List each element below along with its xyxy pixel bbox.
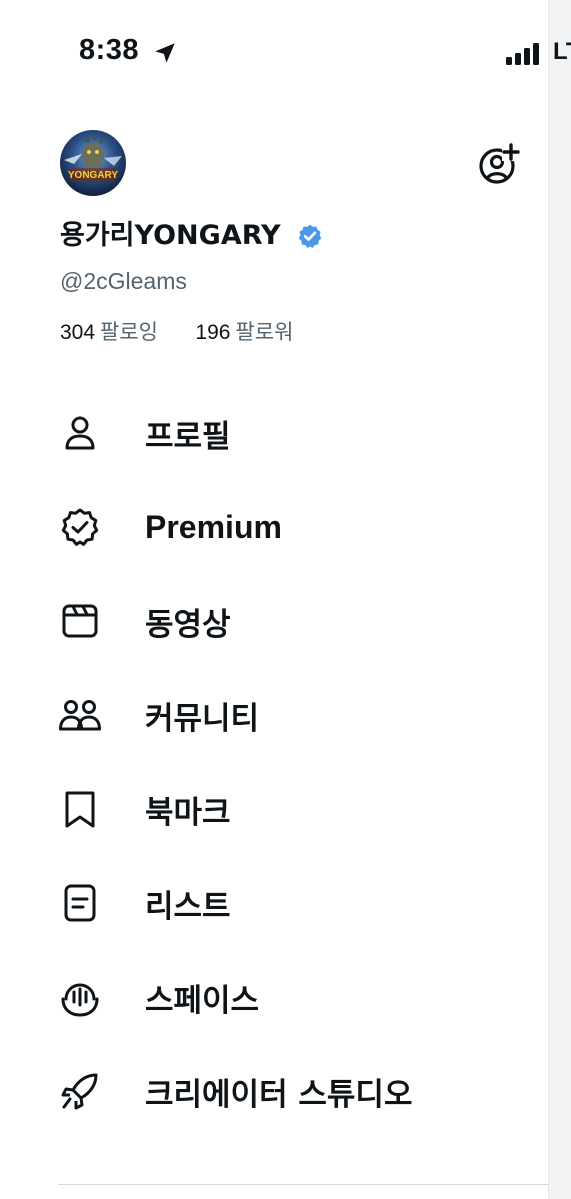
- follow-stats: 304 팔로잉 196 팔로워: [60, 318, 293, 347]
- person-icon: [65, 416, 95, 450]
- menu-item-bookmarks[interactable]: 북마크: [0, 762, 549, 856]
- location-arrow-icon: [155, 43, 175, 63]
- menu-item-label: 스페이스: [145, 982, 260, 1019]
- bookmark-icon: [65, 791, 95, 828]
- menu-item-creator-studio[interactable]: 크리에이터 스튜디오: [0, 1044, 549, 1138]
- video-clapper-icon: [62, 604, 98, 638]
- avatar[interactable]: YONGARY: [60, 130, 126, 196]
- menu-item-communities[interactable]: 커뮤니티: [0, 668, 549, 762]
- menu-item-premium[interactable]: Premium: [0, 480, 549, 574]
- following-count: 304: [60, 321, 96, 344]
- menu-item-spaces[interactable]: 스페이스: [0, 950, 549, 1044]
- add-account-icon[interactable]: [476, 141, 522, 187]
- drawer-screen: 8:38 LT YONGARY: [0, 0, 571, 1199]
- menu-item-label: 북마크: [145, 794, 231, 831]
- followers-label: 팔로워: [235, 320, 294, 344]
- followers-count: 196: [195, 321, 231, 344]
- rocket-icon: [61, 1073, 98, 1110]
- verified-badge-icon: [298, 224, 322, 249]
- list-document-icon: [64, 884, 96, 922]
- user-handle[interactable]: @2cGleams: [60, 266, 187, 296]
- menu-item-label: 프로필: [145, 418, 231, 455]
- followers-link[interactable]: 196 팔로워: [189, 320, 294, 344]
- menu-item-videos[interactable]: 동영상: [0, 574, 549, 668]
- menu-item-label: 동영상: [145, 606, 231, 643]
- following-label: 팔로잉: [100, 320, 159, 344]
- menu-item-label: 크리에이터 스튜디오: [145, 1076, 413, 1113]
- menu-item-profile[interactable]: 프로필: [0, 386, 549, 480]
- display-name: 용가리YONGARY: [60, 220, 281, 251]
- avatar-image: [60, 130, 126, 196]
- communities-icon: [59, 700, 101, 731]
- spaces-microphone-icon: [61, 983, 99, 1017]
- status-time: 8:38: [79, 34, 140, 66]
- menu-item-label: 커뮤니티: [145, 700, 260, 737]
- verified-badge-outline-icon: [61, 508, 99, 546]
- network-type-label: LT: [553, 38, 571, 65]
- menu-item-label: Premium: [145, 508, 282, 545]
- following-link[interactable]: 304 팔로잉: [60, 320, 165, 344]
- menu-item-label: 리스트: [145, 888, 231, 925]
- drawer-menu: 프로필 Premium 동영상 커뮤니티 북마크 리스트 스페이스 크리에이터 …: [0, 386, 549, 1138]
- menu-divider: [58, 1184, 549, 1185]
- underlying-timeline-edge[interactable]: [548, 0, 571, 1199]
- menu-item-lists[interactable]: 리스트: [0, 856, 549, 950]
- avatar-logo-text: YONGARY: [67, 170, 119, 181]
- signal-bars-icon: [506, 43, 539, 65]
